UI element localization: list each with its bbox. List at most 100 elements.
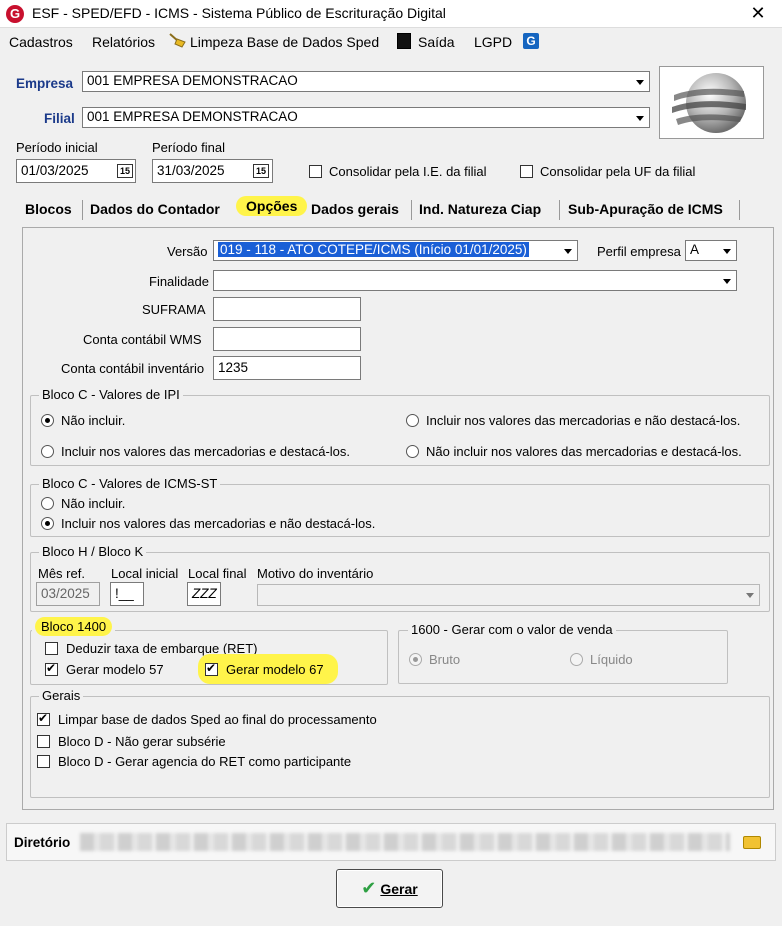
motivo-select[interactable] [257,584,760,606]
perfil-label: Perfil empresa [597,244,681,259]
bloco-d-agencia-checkbox[interactable] [37,755,50,768]
modelo67-label: Gerar modelo 67 [226,662,324,677]
ipi-nao-incluir-destacar-radio[interactable] [406,445,419,458]
ipi-nao-incluir-radio[interactable] [41,414,54,427]
mes-ref-input[interactable]: 03/2025 [36,582,100,606]
tab-dados-gerais[interactable]: Dados gerais [305,197,405,223]
bloco-1600-title: 1600 - Gerar com o valor de venda [408,622,616,637]
window-title: ESF - SPED/EFD - ICMS - Sistema Público … [32,5,446,21]
finalidade-label: Finalidade [149,274,209,289]
icmsst-incluir-radio[interactable] [41,517,54,530]
empresa-select[interactable]: 001 EMPRESA DEMONSTRACAO [82,71,650,92]
diretorio-label: Diretório [14,835,71,850]
bruto-label: Bruto [429,652,461,667]
tab-dados-contador[interactable]: Dados do Contador [84,197,226,223]
menu-cadastros[interactable]: Cadastros [9,34,73,50]
tab-divider [82,200,83,220]
conta-wms-label: Conta contábil WMS [83,332,202,347]
chevron-down-icon[interactable] [719,272,735,289]
folder-icon[interactable] [743,836,761,849]
menu-relatorios[interactable]: Relatórios [92,34,155,50]
exit-icon [397,33,411,49]
versao-value: 019 - 118 - ATO COTEPE/ICMS (Início 01/0… [218,242,529,257]
bruto-radio[interactable] [409,653,422,666]
empresa-label: Empresa [16,76,74,91]
gerar-label: Gerar [380,881,418,897]
ipi-incluir-destacar-radio[interactable] [41,445,54,458]
versao-select[interactable]: 019 - 118 - ATO COTEPE/ICMS (Início 01/0… [213,240,578,261]
close-icon[interactable]: ✕ [746,2,770,24]
gerais-title: Gerais [39,688,84,703]
menu-saida[interactable]: Saída [418,34,455,50]
consolidar-ie-label: Consolidar pela I.E. da filial [329,164,487,179]
perfil-select[interactable]: A [685,240,737,261]
bloco-c-icmsst-title: Bloco C - Valores de ICMS-ST [39,476,221,491]
local-final-input[interactable]: ZZZ [187,582,221,606]
icmsst-incluir-label: Incluir nos valores das mercadorias e nã… [61,516,376,531]
ipi-nao-incluir-label: Não incluir. [61,413,126,428]
consolidar-ie-checkbox[interactable] [309,165,322,178]
filial-label: Filial [44,111,75,126]
local-final-label: Local final [188,566,247,581]
tab-opcoes-label: Opções [236,196,308,216]
menu-limpeza[interactable]: Limpeza Base de Dados Sped [190,34,379,50]
bloco-d-subserie-checkbox[interactable] [37,735,50,748]
conta-inventario-value: 1235 [218,360,249,375]
consolidar-uf-checkbox[interactable] [520,165,533,178]
calendar-icon[interactable]: 15 [117,164,133,178]
filial-value: 001 EMPRESA DEMONSTRACAO [87,109,298,124]
chevron-down-icon[interactable] [560,242,576,259]
diretorio-path[interactable] [80,833,730,851]
bloco-hk-title: Bloco H / Bloco K [39,544,147,559]
chevron-down-icon[interactable] [719,242,735,259]
modelo57-checkbox[interactable] [45,661,58,676]
deduzir-checkbox[interactable] [45,642,58,655]
conta-wms-input[interactable] [213,327,361,351]
tab-sub-apuracao-icms[interactable]: Sub-Apuração de ICMS [562,197,729,223]
app-logo-icon: G [6,5,24,23]
tab-blocos[interactable]: Blocos [19,197,78,223]
bloco-d-agencia-label: Bloco D - Gerar agencia do RET como part… [58,754,352,769]
modelo57-label: Gerar modelo 57 [66,662,164,677]
tab-divider [559,200,560,220]
gerar-button[interactable]: ✔ Gerar [336,869,443,908]
mes-ref-label: Mês ref. [38,566,85,581]
mes-ref-value: 03/2025 [41,586,90,601]
company-logo [659,66,764,139]
conta-inventario-label: Conta contábil inventário [61,361,205,376]
tab-opcoes[interactable]: Opções [230,194,313,220]
conta-inventario-input[interactable]: 1235 [213,356,361,380]
ipi-nao-incluir-destacar-label: Não incluir nos valores das mercadorias … [426,444,742,459]
lgpd-icon[interactable]: G [523,33,539,49]
perfil-value: A [690,242,700,257]
tab-ind-natureza-ciap[interactable]: Ind. Natureza Ciap [413,197,547,223]
chevron-down-icon[interactable] [632,73,648,90]
limpar-checkbox[interactable] [37,711,50,726]
chevron-down-icon[interactable] [632,109,648,126]
finalidade-select[interactable] [213,270,737,291]
liquido-label: Líquido [590,652,633,667]
periodo-inicial-label: Período inicial [16,140,98,155]
chevron-down-icon[interactable] [742,586,758,603]
tab-divider [739,200,740,220]
consolidar-uf-label: Consolidar pela UF da filial [540,164,696,179]
limpar-label: Limpar base de dados Sped ao final do pr… [58,712,377,727]
liquido-radio[interactable] [570,653,583,666]
calendar-icon[interactable]: 15 [253,164,269,178]
ipi-incluir-nao-destacar-radio[interactable] [406,414,419,427]
local-inicial-input[interactable]: !__ [110,582,144,606]
check-icon: ✔ [361,878,377,898]
icmsst-nao-incluir-radio[interactable] [41,497,54,510]
local-inicial-value: !__ [115,586,134,601]
suframa-input[interactable] [213,297,361,321]
filial-select[interactable]: 001 EMPRESA DEMONSTRACAO [82,107,650,128]
bloco-d-subserie-label: Bloco D - Não gerar subsérie [58,734,226,749]
modelo67-checkbox[interactable] [205,661,218,676]
icmsst-nao-incluir-label: Não incluir. [61,496,126,511]
globe-logo-icon [672,73,746,133]
menu-lgpd[interactable]: LGPD [474,34,512,50]
ipi-incluir-nao-destacar-label: Incluir nos valores das mercadorias e nã… [426,413,741,428]
empresa-value: 001 EMPRESA DEMONSTRACAO [87,73,298,88]
periodo-final-value: 31/03/2025 [157,163,225,178]
versao-label: Versão [167,244,208,259]
